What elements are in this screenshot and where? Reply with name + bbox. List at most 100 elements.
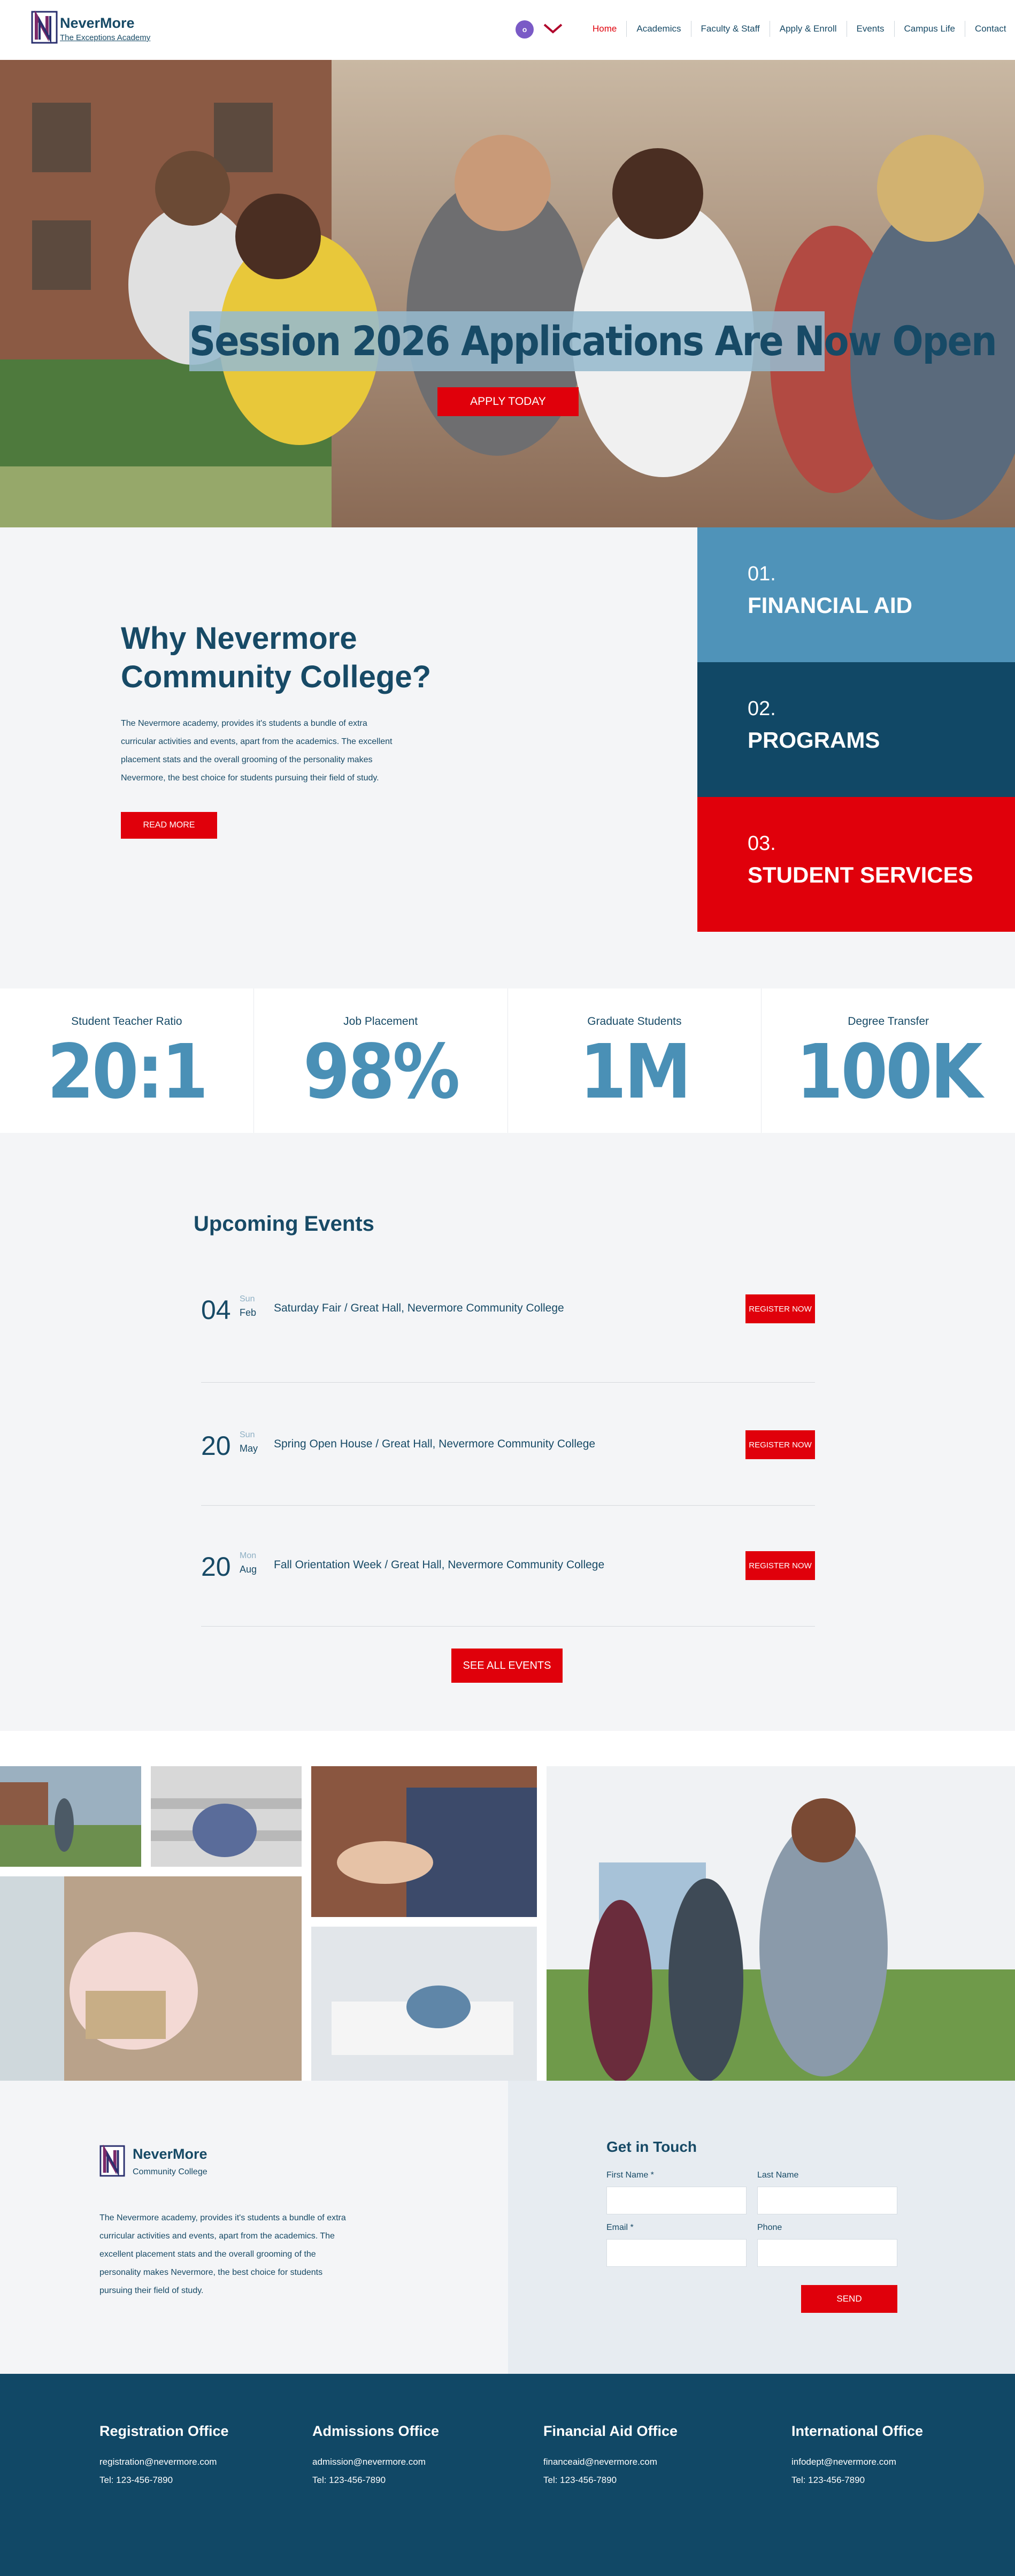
office-international: International Office infodept@nevermore.… xyxy=(791,2423,923,2486)
event-day: 20 xyxy=(201,1552,231,1582)
read-more-button[interactable]: READ MORE xyxy=(121,812,217,839)
nav-events[interactable]: Events xyxy=(846,21,894,37)
event-weekday: Sun xyxy=(240,1430,255,1439)
stat-label: Degree Transfer xyxy=(848,1015,929,1028)
chevron-down-icon[interactable] xyxy=(542,22,564,34)
divider xyxy=(201,1382,815,1383)
office-phone: Tel: 123-456-7890 xyxy=(99,2475,173,2485)
event-weekday: Sun xyxy=(240,1294,255,1304)
gallery-photo-walkway xyxy=(0,1766,141,1867)
hero-title: Session 2026 Applications Are Now Open xyxy=(189,317,997,365)
event-description: Saturday Fair / Great Hall, Nevermore Co… xyxy=(274,1302,564,1314)
nevermore-logo-icon[interactable] xyxy=(31,11,58,44)
stat-value: 20:1 xyxy=(47,1029,208,1116)
stat-job-placement: Job Placement 98% xyxy=(253,988,508,1133)
office-email-link[interactable]: financeaid@nevermore.com xyxy=(543,2457,678,2467)
nav-home[interactable]: Home xyxy=(583,21,626,37)
why-text: The Nevermore academy, provides it's stu… xyxy=(121,719,393,783)
tile-label: PROGRAMS xyxy=(748,727,880,753)
event-month: Aug xyxy=(240,1564,257,1575)
stat-label: Student Teacher Ratio xyxy=(71,1015,182,1028)
divider xyxy=(201,1626,815,1627)
tile-financial-aid[interactable]: 01. FINANCIAL AID xyxy=(697,527,1015,662)
why-title: Why Nevermore Community College? xyxy=(121,621,432,694)
event-row: 04 Sun Feb Saturday Fair / Great Hall, N… xyxy=(201,1294,815,1415)
stat-label: Graduate Students xyxy=(587,1015,682,1028)
send-button[interactable]: SEND xyxy=(801,2285,897,2313)
stat-teacher-ratio: Student Teacher Ratio 20:1 xyxy=(0,988,253,1133)
last-name-label: Last Name xyxy=(757,2171,799,2180)
office-phone: Tel: 123-456-7890 xyxy=(543,2475,617,2485)
office-financial-aid: Financial Aid Office financeaid@nevermor… xyxy=(543,2423,678,2486)
event-day: 04 xyxy=(201,1295,231,1325)
stat-value: 100K xyxy=(796,1029,983,1116)
brand-tagline[interactable]: The Exceptions Academy xyxy=(60,33,150,42)
nevermore-logo-icon[interactable] xyxy=(99,2145,125,2177)
office-phone: Tel: 123-456-7890 xyxy=(312,2475,386,2485)
office-title: Admissions Office xyxy=(312,2423,440,2439)
tile-number: 03. xyxy=(748,832,776,855)
office-admissions: Admissions Office admission@nevermore.co… xyxy=(312,2423,439,2486)
nav-faculty-staff[interactable]: Faculty & Staff xyxy=(690,21,770,37)
register-now-button[interactable]: REGISTER NOW xyxy=(745,1294,815,1323)
gallery-photo-laptop xyxy=(0,1876,302,2081)
footer-about-text: The Nevermore academy, provides it's stu… xyxy=(99,2213,346,2295)
last-name-field[interactable] xyxy=(757,2187,897,2214)
contact-title: Get in Touch xyxy=(606,2138,697,2155)
event-description: Fall Orientation Week / Great Hall, Neve… xyxy=(274,1559,605,1571)
email-field[interactable] xyxy=(606,2239,747,2267)
stat-value: 1M xyxy=(579,1029,691,1116)
brand-name[interactable]: NeverMore xyxy=(60,15,135,32)
see-all-events-button[interactable]: SEE ALL EVENTS xyxy=(451,1649,563,1683)
photo-gallery xyxy=(0,1766,1015,2082)
stat-value: 98% xyxy=(303,1029,460,1116)
stat-label: Job Placement xyxy=(343,1015,418,1028)
tile-number: 01. xyxy=(748,563,776,585)
main-nav: Home Academics Faculty & Staff Apply & E… xyxy=(583,20,1015,37)
footer-brand-tagline: Community College xyxy=(133,2167,207,2176)
register-now-button[interactable]: REGISTER NOW xyxy=(745,1551,815,1580)
divider xyxy=(201,1505,815,1506)
register-now-button[interactable]: REGISTER NOW xyxy=(745,1430,815,1459)
apply-today-button[interactable]: APPLY TODAY xyxy=(437,387,579,416)
office-title: International Office xyxy=(791,2423,924,2439)
events-title: Upcoming Events xyxy=(194,1212,374,1236)
office-email-link[interactable]: admission@nevermore.com xyxy=(312,2457,439,2467)
phone-field[interactable] xyxy=(757,2239,897,2267)
event-month: Feb xyxy=(240,1307,257,1318)
event-weekday: Mon xyxy=(240,1551,257,1560)
office-registration: Registration Office registration@nevermo… xyxy=(99,2423,229,2486)
nav-campus-life[interactable]: Campus Life xyxy=(894,21,965,37)
gallery-photo-campus-students xyxy=(547,1766,1015,2082)
office-title: Registration Office xyxy=(99,2423,229,2439)
tile-label: STUDENT SERVICES xyxy=(748,862,973,887)
hero-banner xyxy=(0,60,1015,527)
event-month: May xyxy=(240,1443,258,1454)
stats-bar: Student Teacher Ratio 20:1 Job Placement… xyxy=(0,988,1015,1133)
tile-programs[interactable]: 02. PROGRAMS xyxy=(697,662,1015,797)
gallery-images xyxy=(0,1766,1015,2082)
first-name-label: First Name * xyxy=(606,2171,654,2180)
gallery-photo-computer-lab xyxy=(311,1927,537,2081)
site-header: NeverMore The Exceptions Academy o Home … xyxy=(0,0,1015,60)
gallery-photo-library xyxy=(311,1766,537,1917)
tile-label: FINANCIAL AID xyxy=(748,593,912,618)
footer-brand-name: NeverMore xyxy=(133,2146,207,2162)
nav-academics[interactable]: Academics xyxy=(626,21,690,37)
office-phone: Tel: 123-456-7890 xyxy=(791,2475,865,2485)
nav-apply-enroll[interactable]: Apply & Enroll xyxy=(769,21,847,37)
first-name-field[interactable] xyxy=(606,2187,747,2214)
user-avatar[interactable]: o xyxy=(516,20,534,39)
email-label: Email * xyxy=(606,2223,634,2232)
tile-student-services[interactable]: 03. STUDENT SERVICES xyxy=(697,797,1015,932)
event-day: 20 xyxy=(201,1431,231,1461)
event-description: Spring Open House / Great Hall, Nevermor… xyxy=(274,1438,596,1450)
office-title: Financial Aid Office xyxy=(543,2423,678,2439)
gallery-photo-steps xyxy=(151,1766,302,1867)
nav-contact[interactable]: Contact xyxy=(964,21,1015,37)
students-hero-image xyxy=(0,60,1015,527)
office-email-link[interactable]: infodept@nevermore.com xyxy=(791,2457,923,2467)
event-row: 20 Sun May Spring Open House / Great Hal… xyxy=(201,1430,815,1551)
stat-graduate-students: Graduate Students 1M xyxy=(507,988,762,1133)
office-email-link[interactable]: registration@nevermore.com xyxy=(99,2457,229,2467)
